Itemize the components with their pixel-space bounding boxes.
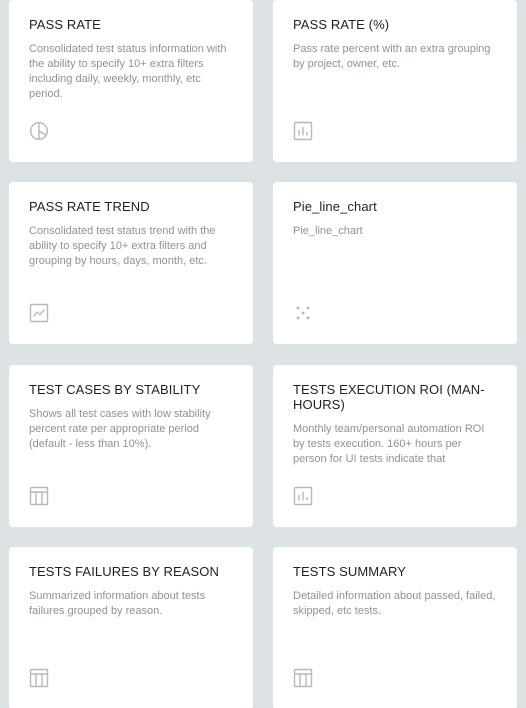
- widget-card-pass-rate[interactable]: PASS RATE Consolidated test status infor…: [9, 0, 253, 162]
- pie-chart-icon: [29, 121, 49, 141]
- widget-title: TEST CASES BY STABILITY: [29, 382, 201, 397]
- table-icon: [29, 486, 49, 506]
- widget-card-tests-failures-by-reason[interactable]: TESTS FAILURES BY REASON Summarized info…: [9, 547, 253, 708]
- widget-title: TESTS EXECUTION ROI (MAN-HOURS): [293, 382, 485, 412]
- widget-title: PASS RATE (%): [293, 17, 390, 32]
- widget-title: TESTS SUMMARY: [293, 564, 407, 579]
- widget-card-test-cases-by-stability[interactable]: TEST CASES BY STABILITY Shows all test c…: [9, 365, 253, 527]
- bar-chart-icon: [293, 121, 313, 141]
- line-chart-icon: [29, 303, 49, 323]
- widget-description: Consolidated test status trend with the …: [29, 225, 216, 267]
- bar-chart-icon: [293, 486, 313, 506]
- widget-card-pass-rate-percent[interactable]: PASS RATE (%) Pass rate percent with an …: [273, 0, 517, 162]
- widget-card-tests-summary[interactable]: TESTS SUMMARY Detailed information about…: [273, 547, 517, 708]
- widget-title: Pie_line_chart: [293, 199, 377, 214]
- widget-description: Pie_line_chart: [293, 225, 363, 237]
- table-icon: [29, 668, 49, 688]
- widget-card-pass-rate-trend[interactable]: PASS RATE TREND Consolidated test status…: [9, 182, 253, 344]
- widget-description: Pass rate percent with an extra grouping…: [293, 43, 491, 70]
- widget-title: TESTS FAILURES BY REASON: [29, 564, 219, 579]
- widget-title: PASS RATE: [29, 17, 101, 32]
- widget-description: Consolidated test status information wit…: [29, 43, 227, 100]
- widget-title: PASS RATE TREND: [29, 199, 150, 214]
- widget-description: Shows all test cases with low stability …: [29, 408, 211, 450]
- widget-card-tests-execution-roi[interactable]: TESTS EXECUTION ROI (MAN-HOURS) Monthly …: [273, 365, 517, 527]
- widget-card-pie-line-chart[interactable]: Pie_line_chart Pie_line_chart: [273, 182, 517, 344]
- scatter-dots-icon: [293, 303, 313, 323]
- widget-description: Monthly team/personal automation ROI by …: [293, 423, 485, 465]
- table-icon: [293, 668, 313, 688]
- widget-description: Summarized information about tests failu…: [29, 590, 206, 617]
- widget-description: Detailed information about passed, faile…: [293, 590, 496, 617]
